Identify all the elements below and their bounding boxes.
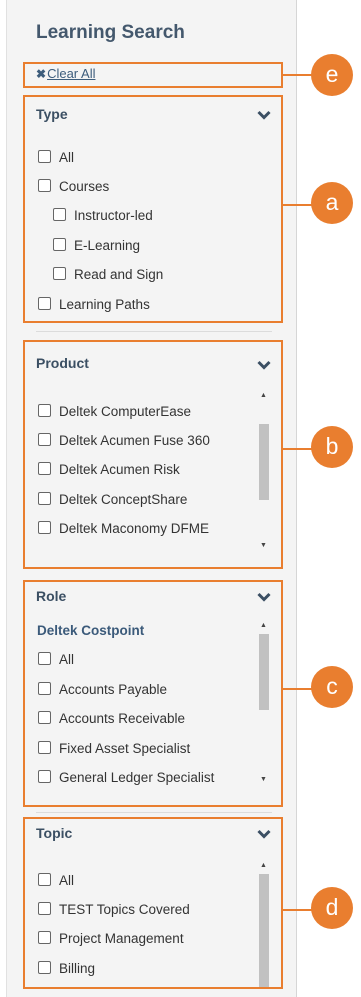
scroll-up-arrow-icon[interactable]: ▲: [260, 862, 267, 870]
option-label: Billing: [59, 961, 96, 976]
option-label: Instructor-led: [74, 208, 153, 223]
checkbox[interactable]: [53, 208, 66, 221]
type-option-courses[interactable]: Courses: [38, 179, 109, 194]
option-label: All: [59, 150, 75, 165]
scroll-up-arrow-icon[interactable]: ▲: [260, 622, 267, 630]
product-option[interactable]: Deltek Acumen Fuse 360: [38, 433, 210, 448]
scroll-thumb[interactable]: [259, 424, 269, 500]
option-label: All: [59, 873, 75, 888]
option-label: All: [59, 652, 75, 667]
close-icon: ✖: [36, 67, 47, 81]
checkbox[interactable]: [38, 931, 51, 944]
type-option-learning-paths[interactable]: Learning Paths: [38, 297, 150, 312]
chevron-down-icon[interactable]: [257, 110, 271, 120]
product-option[interactable]: Deltek ConceptShare: [38, 492, 187, 507]
checkbox[interactable]: [38, 711, 51, 724]
section-role-heading[interactable]: Role: [36, 588, 66, 604]
checkbox[interactable]: [38, 961, 51, 974]
option-label: Deltek Maconomy DFME: [59, 521, 210, 536]
option-label: Deltek ConceptShare: [59, 492, 188, 507]
checkbox[interactable]: [38, 521, 51, 534]
checkbox[interactable]: [38, 433, 51, 446]
type-option-instructor-led[interactable]: Instructor-led: [53, 208, 153, 223]
option-label: Read and Sign: [74, 267, 164, 282]
role-option[interactable]: General Ledger Specialist: [38, 770, 214, 785]
callout-e-leader: [283, 74, 313, 76]
divider: [36, 331, 272, 332]
divider: [36, 812, 272, 813]
option-label: E-Learning: [74, 238, 141, 253]
checkbox[interactable]: [38, 492, 51, 505]
checkbox[interactable]: [38, 404, 51, 417]
section-topic-heading[interactable]: Topic: [36, 825, 72, 841]
callout-a-leader: [283, 204, 313, 206]
clear-all-label: Clear All: [47, 66, 96, 81]
chevron-down-icon[interactable]: [257, 592, 271, 602]
chevron-down-icon[interactable]: [257, 360, 271, 370]
option-label: Courses: [59, 179, 110, 194]
checkbox[interactable]: [38, 682, 51, 695]
product-scrollbar[interactable]: ▲ ▼: [258, 390, 270, 552]
checkbox[interactable]: [38, 902, 51, 915]
product-option[interactable]: Deltek Maconomy DFME: [38, 521, 209, 536]
type-option-read-and-sign[interactable]: Read and Sign: [53, 267, 163, 282]
callout-d-badge: d: [311, 887, 353, 929]
product-option[interactable]: Deltek ComputerEase: [38, 404, 191, 419]
option-label: General Ledger Specialist: [59, 770, 215, 785]
option-label: TEST Topics Covered: [59, 902, 190, 917]
role-option[interactable]: Accounts Payable: [38, 682, 167, 697]
option-label: Learning Paths: [59, 297, 150, 312]
scroll-up-arrow-icon[interactable]: ▲: [260, 392, 267, 400]
clear-all-link[interactable]: ✖Clear All: [36, 66, 95, 81]
section-type-heading[interactable]: Type: [36, 106, 68, 122]
option-label: Deltek Acumen Risk: [59, 462, 180, 477]
role-option-all[interactable]: All: [38, 652, 74, 667]
option-label: Fixed Asset Specialist: [59, 741, 191, 756]
option-label: Project Management: [59, 931, 184, 946]
checkbox[interactable]: [38, 297, 51, 310]
checkbox[interactable]: [38, 741, 51, 754]
page-title: Learning Search: [36, 22, 185, 43]
chevron-down-icon[interactable]: [257, 829, 271, 839]
callout-b-badge: b: [311, 426, 353, 468]
type-option-all[interactable]: All: [38, 150, 74, 165]
option-label: Deltek ComputerEase: [59, 404, 192, 419]
role-option[interactable]: Fixed Asset Specialist: [38, 741, 190, 756]
option-label: Deltek Acumen Fuse 360: [59, 433, 210, 448]
callout-e-badge: e: [311, 54, 353, 96]
topic-scrollbar[interactable]: ▲: [258, 860, 270, 987]
option-label: Accounts Receivable: [59, 711, 186, 726]
scroll-thumb[interactable]: [259, 634, 269, 710]
type-option-e-learning[interactable]: E-Learning: [53, 238, 140, 253]
checkbox[interactable]: [53, 267, 66, 280]
checkbox[interactable]: [38, 462, 51, 475]
topic-option[interactable]: TEST Topics Covered: [38, 902, 190, 917]
checkbox[interactable]: [38, 179, 51, 192]
checkbox[interactable]: [38, 873, 51, 886]
scroll-down-arrow-icon[interactable]: ▼: [260, 776, 267, 784]
option-label: Accounts Payable: [59, 682, 168, 697]
role-option[interactable]: Accounts Receivable: [38, 711, 185, 726]
topic-option-all[interactable]: All: [38, 873, 74, 888]
scroll-thumb[interactable]: [259, 874, 269, 987]
callout-c-leader: [283, 688, 313, 690]
topic-option[interactable]: Billing: [38, 961, 95, 976]
role-scrollbar[interactable]: ▲ ▼: [258, 620, 270, 786]
callout-a-badge: a: [311, 182, 353, 224]
callout-c-badge: c: [311, 666, 353, 708]
product-option[interactable]: Deltek Acumen Risk: [38, 462, 180, 477]
checkbox[interactable]: [38, 652, 51, 665]
checkbox[interactable]: [38, 150, 51, 163]
callout-d-leader: [283, 909, 313, 911]
checkbox[interactable]: [38, 770, 51, 783]
topic-option[interactable]: Project Management: [38, 931, 184, 946]
checkbox[interactable]: [53, 238, 66, 251]
role-group-label: Deltek Costpoint: [37, 623, 145, 638]
section-product-heading[interactable]: Product: [36, 355, 89, 371]
scroll-down-arrow-icon[interactable]: ▼: [260, 542, 267, 550]
callout-b-leader: [283, 448, 313, 450]
